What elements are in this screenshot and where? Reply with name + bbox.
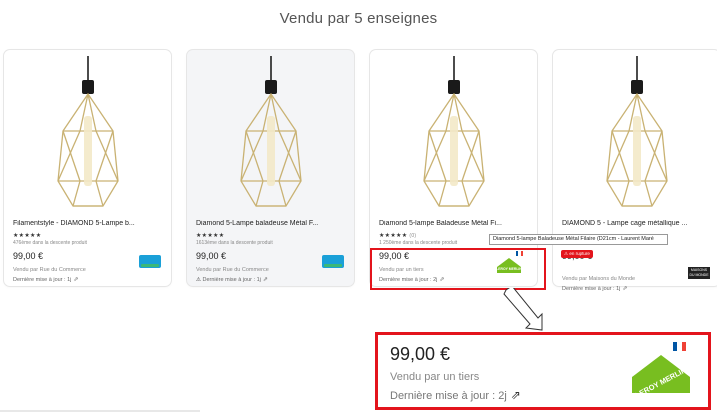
product-card-2[interactable]: Diamond 5-Lampe baladeuse Métal F... ★★★…: [187, 50, 354, 286]
last-update: Dernière mise à jour : 1j ⇗: [562, 285, 628, 292]
product-name[interactable]: Diamond 5-lampe Baladeuse Métal Fi...: [379, 220, 531, 227]
zoom-last-update: Dernière mise à jour : 2j ⇗: [390, 388, 521, 402]
seller-text: Vendu par Rue du Commerce: [13, 267, 86, 273]
product-card-1[interactable]: Filamentstyle - DIAMOND 5-Lampe b... ★★★…: [4, 50, 171, 286]
page-title: Vendu par 5 enseignes: [279, 10, 438, 27]
product-name[interactable]: Filamentstyle - DIAMOND 5-Lampe b...: [13, 220, 165, 227]
product-rank: 1 250ème dans la descente produit: [379, 240, 458, 246]
leroy-merlin-logo: LEROY MERLIN: [632, 355, 690, 393]
rating-stars: ★★★★★: [196, 233, 225, 239]
external-link-icon[interactable]: ⇗: [73, 276, 78, 283]
zoom-arrow-icon: [503, 288, 543, 331]
maisons-du-monde-logo: MAISONS DU MONDE: [688, 267, 710, 279]
product-image[interactable]: [18, 56, 158, 212]
warning-icon: ⚠: [564, 251, 569, 256]
last-update: Dernière mise à jour : 1j ⇗: [13, 276, 79, 283]
external-link-icon[interactable]: ⇗: [622, 285, 627, 292]
product-image[interactable]: [201, 56, 341, 212]
seller-text: Vendu par Maisons du Monde: [562, 276, 636, 282]
product-price: 99,00 €: [196, 251, 227, 261]
product-image[interactable]: [384, 56, 524, 212]
zoom-price: 99,00 €: [390, 344, 451, 364]
last-update: ⚠ Dernière mise à jour : 1j ⇗: [196, 276, 268, 283]
product-rank: 476ème dans la descente produit: [13, 240, 87, 246]
product-name-tooltip: Diamond 5-lampe Baladeuse Métal Filaire …: [489, 234, 668, 245]
warning-icon: ⚠: [196, 277, 201, 283]
product-name[interactable]: Diamond 5-Lampe baladeuse Métal F...: [196, 220, 348, 227]
external-link-icon[interactable]: ⇗: [511, 388, 521, 402]
product-name[interactable]: DIAMOND 5 - Lampe cage métallique ...: [562, 220, 714, 227]
product-price: 99,00 €: [13, 251, 44, 261]
rating-stars: ★★★★★ (0): [379, 233, 417, 239]
out-of-stock-badge: ⚠ en rupture: [561, 250, 593, 258]
highlight-box-small: [370, 248, 546, 290]
rue-du-commerce-logo: [139, 255, 161, 268]
product-rank: 1613ème dans la descente produit: [196, 240, 273, 246]
france-flag-icon: [673, 342, 686, 351]
seller-text: Vendu par Rue du Commerce: [196, 267, 269, 273]
product-image[interactable]: [567, 56, 707, 212]
zoomed-offer-box: 99,00 € Vendu par un tiers Dernière mise…: [375, 332, 711, 410]
rue-du-commerce-logo: [322, 255, 344, 268]
zoom-seller: Vendu par un tiers: [390, 371, 480, 383]
rating-stars: ★★★★★: [13, 233, 42, 239]
external-link-icon[interactable]: ⇗: [263, 276, 268, 283]
